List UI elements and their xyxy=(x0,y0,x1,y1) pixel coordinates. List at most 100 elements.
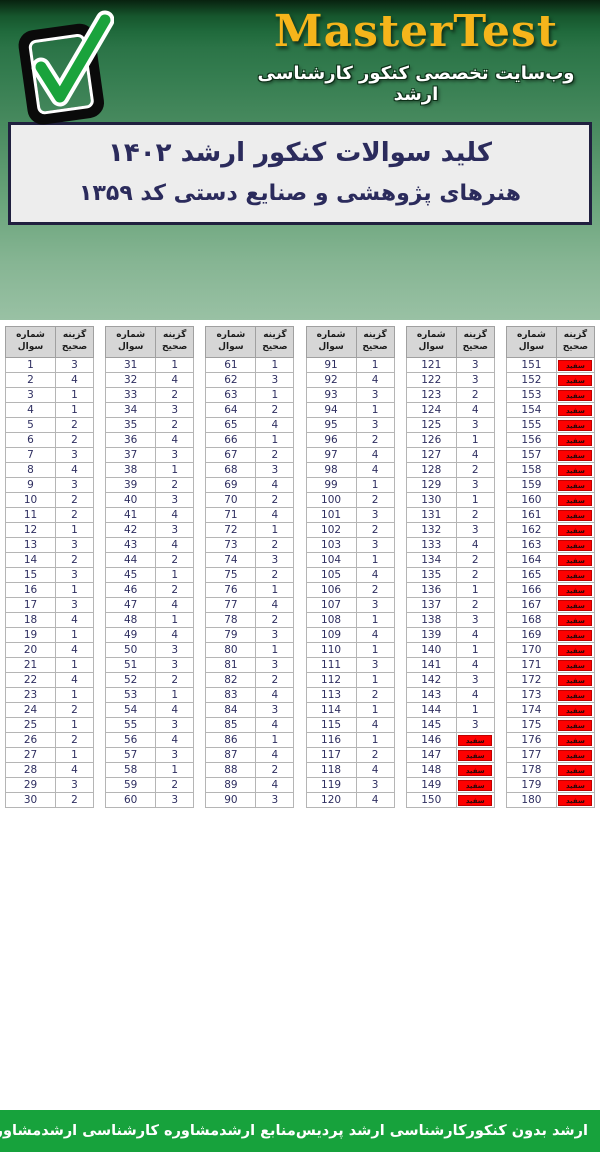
answer-cell: 1 xyxy=(156,613,194,628)
answer-cell: 3 xyxy=(256,658,294,673)
answer-cell: 3 xyxy=(456,523,494,538)
answer-row: 702 xyxy=(206,493,294,508)
answer-cell: 4 xyxy=(56,613,94,628)
footer-link[interactable]: مشاوره کارشناسی ارشد xyxy=(41,1123,219,1139)
blank-answer-badge: سفید xyxy=(558,780,592,791)
header-row: شمارهسوالگزینهصحیح xyxy=(106,327,194,358)
answer-row: 984 xyxy=(306,463,394,478)
question-number-cell: 2 xyxy=(6,373,56,388)
question-number-cell: 21 xyxy=(6,658,56,673)
answer-row: 62 xyxy=(6,433,94,448)
answer-row: 343 xyxy=(106,403,194,418)
answer-cell: سفید xyxy=(556,418,594,433)
question-number-cell: 113 xyxy=(306,688,356,703)
question-number-cell: 32 xyxy=(106,373,156,388)
answer-row: 513 xyxy=(106,658,194,673)
answer-cell: سفید xyxy=(556,553,594,568)
answer-cell: سفید xyxy=(556,748,594,763)
question-number-cell: 86 xyxy=(206,733,256,748)
answer-cell: 2 xyxy=(256,763,294,778)
question-number-cell: 143 xyxy=(406,688,456,703)
blank-answer-badge: سفید xyxy=(558,465,592,476)
answer-cell: 3 xyxy=(156,658,194,673)
answer-cell: 2 xyxy=(256,673,294,688)
answer-cell: 4 xyxy=(256,508,294,523)
answer-row: 822 xyxy=(206,673,294,688)
answer-row: 911 xyxy=(306,358,394,373)
answer-cell: 4 xyxy=(256,718,294,733)
footer-link[interactable]: منابع ارشد xyxy=(219,1123,296,1139)
question-number-cell: 49 xyxy=(106,628,156,643)
answer-cell: 2 xyxy=(256,448,294,463)
answer-row: 1232 xyxy=(406,388,494,403)
answer-cell: 3 xyxy=(256,553,294,568)
answer-cell: 2 xyxy=(56,508,94,523)
answer-cell: سفید xyxy=(556,568,594,583)
answer-cell: 2 xyxy=(456,598,494,613)
question-number-cell: 165 xyxy=(506,568,556,583)
answer-cell: سفید xyxy=(556,538,594,553)
answer-row: 874 xyxy=(206,748,294,763)
answer-cell: 1 xyxy=(56,523,94,538)
footer-link[interactable]: کارشناسی ارشد پردیس xyxy=(296,1123,467,1139)
footer-link[interactable]: ارشد بدون کنکور xyxy=(467,1123,588,1139)
answer-row: 732 xyxy=(206,538,294,553)
answer-row: 1022 xyxy=(306,523,394,538)
answer-row: 1453 xyxy=(406,718,494,733)
answer-row: 1033 xyxy=(306,538,394,553)
question-number-cell: 100 xyxy=(306,493,356,508)
question-number-cell: 171 xyxy=(506,658,556,673)
blank-answer-badge: سفید xyxy=(558,585,592,596)
answer-cell: 3 xyxy=(456,673,494,688)
answer-cell: 1 xyxy=(356,403,394,418)
question-number-cell: 15 xyxy=(6,568,56,583)
answer-row: 503 xyxy=(106,643,194,658)
answer-cell: 4 xyxy=(256,748,294,763)
answer-row: 1073 xyxy=(306,598,394,613)
answer-cell: 2 xyxy=(156,388,194,403)
question-number-cell: 116 xyxy=(306,733,356,748)
answer-row: 231 xyxy=(6,688,94,703)
site-header: MasterTest وب‌سایت تخصصی کنکور کارشناسی … xyxy=(0,0,600,320)
blank-answer-badge: سفید xyxy=(558,375,592,386)
question-number-cell: 145 xyxy=(406,718,456,733)
answer-row: 151سفید xyxy=(506,358,594,373)
answer-row: 163سفید xyxy=(506,538,594,553)
site-logo[interactable] xyxy=(12,0,114,126)
answer-cell: 1 xyxy=(156,763,194,778)
answer-cell: 4 xyxy=(356,793,394,808)
blank-answer-badge: سفید xyxy=(458,735,492,746)
blank-answer-badge: سفید xyxy=(558,645,592,656)
answer-row: 843 xyxy=(206,703,294,718)
answer-row: 178سفید xyxy=(506,763,594,778)
question-number-cell: 50 xyxy=(106,643,156,658)
answer-row: 603 xyxy=(106,793,194,808)
answer-cell: سفید xyxy=(556,763,594,778)
footer-link[interactable]: مشاوره انتخاب رشته ارشد xyxy=(0,1123,41,1139)
question-number-cell: 146 xyxy=(406,733,456,748)
answer-cell: 2 xyxy=(456,388,494,403)
answer-row: 166سفید xyxy=(506,583,594,598)
question-number-cell: 110 xyxy=(306,643,356,658)
answer-row: 262 xyxy=(6,733,94,748)
question-number-cell: 52 xyxy=(106,673,156,688)
answer-cell: 3 xyxy=(156,643,194,658)
answer-cell: سفید xyxy=(556,703,594,718)
answer-row: 31 xyxy=(6,388,94,403)
answer-row: 73 xyxy=(6,448,94,463)
answer-cell: سفید xyxy=(556,388,594,403)
question-number-cell: 20 xyxy=(6,643,56,658)
question-number-cell: 177 xyxy=(506,748,556,763)
answer-row: 165سفید xyxy=(506,568,594,583)
question-number-cell: 89 xyxy=(206,778,256,793)
answer-cell: 3 xyxy=(56,778,94,793)
answer-row: 813 xyxy=(206,658,294,673)
question-number-cell: 161 xyxy=(506,508,556,523)
answer-row: 1244 xyxy=(406,403,494,418)
question-number-cell: 9 xyxy=(6,478,56,493)
answer-cell: سفید xyxy=(556,583,594,598)
answer-cell: 3 xyxy=(56,478,94,493)
answer-row: 531 xyxy=(106,688,194,703)
answer-cell: 1 xyxy=(156,358,194,373)
answer-row: 159سفید xyxy=(506,478,594,493)
